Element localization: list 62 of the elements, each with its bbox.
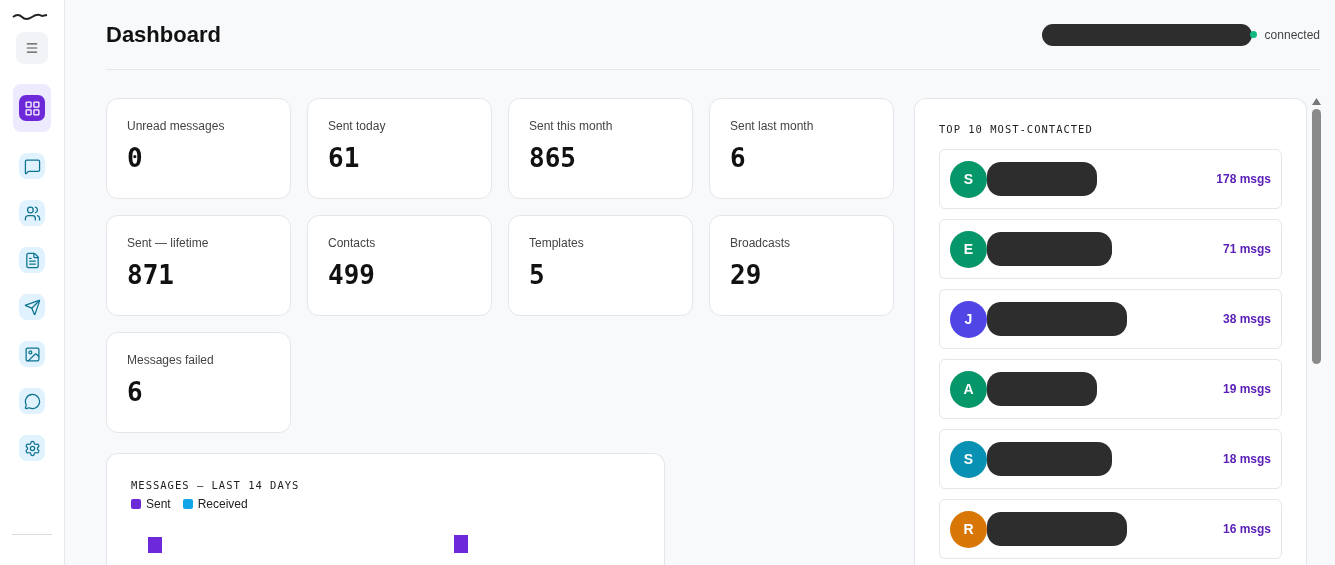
message-count: 18 msgs	[1222, 452, 1271, 466]
message-count: 38 msgs	[1222, 312, 1271, 326]
chart-bar	[148, 537, 162, 553]
legend-label: Sent	[146, 497, 171, 511]
users-icon	[23, 204, 41, 222]
chat-bubble-icon	[23, 392, 41, 410]
contact-avatar: E	[950, 230, 987, 268]
sidebar-nav-button[interactable]	[19, 294, 45, 320]
document-icon	[23, 251, 41, 269]
settings-icon	[23, 439, 41, 457]
stat-value: 6	[730, 143, 747, 173]
chat-icon	[23, 157, 41, 175]
stat-label: Templates	[529, 236, 585, 250]
grid-icon	[23, 99, 41, 117]
sidebar-nav-button[interactable]	[19, 341, 45, 367]
contact-row[interactable]: E 71 msgs	[939, 219, 1282, 279]
image-icon	[23, 345, 41, 363]
sidebar-nav-button[interactable]	[19, 435, 45, 461]
stat-label: Broadcasts	[730, 236, 792, 250]
stat-value: 5	[529, 260, 546, 290]
send-icon	[23, 298, 41, 316]
contact-avatar: S	[950, 160, 987, 198]
sidebar-nav-button[interactable]	[13, 84, 51, 132]
stat-label: Unread messages	[127, 119, 226, 133]
connection-status: connected	[1264, 27, 1320, 42]
sidebar-nav-button[interactable]	[19, 200, 45, 226]
stat-label: Sent — lifetime	[127, 236, 210, 250]
sidebar-nav-button[interactable]	[19, 153, 45, 179]
stat-value: 865	[529, 143, 577, 173]
message-count: 19 msgs	[1222, 382, 1271, 396]
scroll-up-icon	[1311, 98, 1321, 105]
contact-row[interactable]: S 18 msgs	[939, 429, 1282, 489]
message-count: 71 msgs	[1222, 242, 1271, 256]
legend-label: Received	[197, 497, 248, 511]
contact-avatar: A	[950, 370, 987, 408]
stat-label: Sent this month	[529, 119, 614, 133]
contact-row[interactable]: R 16 msgs	[939, 499, 1282, 559]
chart-title: MESSAGES — LAST 14 DAYS	[131, 479, 301, 491]
panel-title: TOP 10 MOST-CONTACTED	[939, 123, 1094, 135]
contact-row[interactable]: A 19 msgs	[939, 359, 1282, 419]
sidebar-nav-button[interactable]	[19, 388, 45, 414]
contact-avatar: J	[950, 300, 987, 338]
page-title: Dashboard	[106, 21, 221, 48]
stat-label: Contacts	[328, 236, 377, 250]
stat-value: 499	[328, 260, 376, 290]
stat-label: Sent last month	[730, 119, 815, 133]
sidebar-nav-button[interactable]	[19, 247, 45, 273]
menu-icon	[25, 41, 39, 55]
stat-value: 6	[127, 377, 144, 407]
message-count: 16 msgs	[1222, 522, 1271, 536]
contact-avatar: R	[950, 510, 987, 548]
stat-value: 871	[127, 260, 175, 290]
message-count: 178 msgs	[1216, 172, 1271, 186]
chart-bar	[454, 535, 468, 553]
stat-label: Messages failed	[127, 353, 215, 367]
contact-avatar: S	[950, 440, 987, 478]
stat-value: 0	[127, 143, 144, 173]
contact-row[interactable]: J 38 msgs	[939, 289, 1282, 349]
stat-value: 61	[328, 143, 361, 173]
stat-label: Sent today	[328, 119, 387, 133]
stat-value: 29	[730, 260, 763, 290]
contact-row[interactable]: S 178 msgs	[939, 149, 1282, 209]
